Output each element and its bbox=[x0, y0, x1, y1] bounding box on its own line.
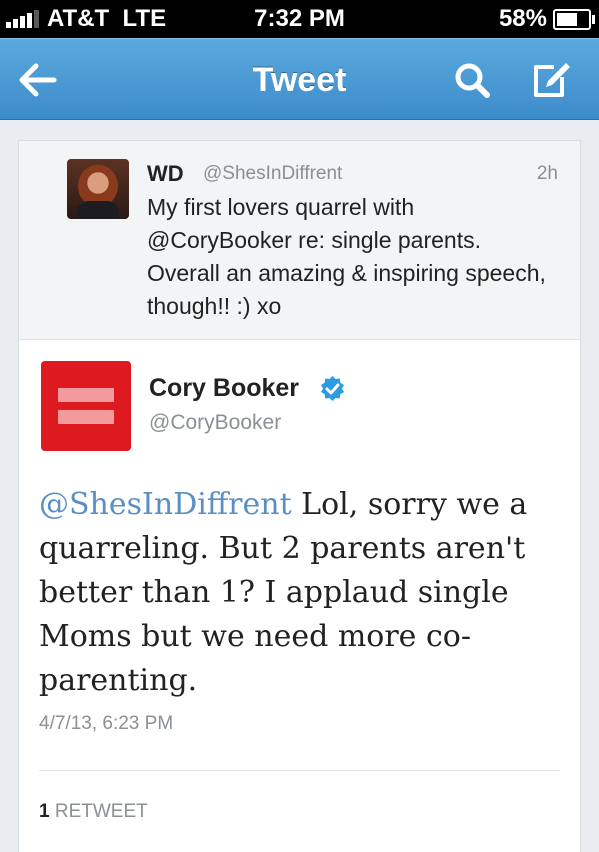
divider bbox=[39, 770, 560, 771]
author-avatar[interactable] bbox=[41, 361, 131, 451]
mention-link[interactable]: @ShesInDiffrent bbox=[39, 487, 292, 522]
tweet-text: @ShesInDiffrent Lol, sorry we a quarreli… bbox=[39, 483, 559, 703]
tweet-timestamp: 4/7/13, 6:23 PM bbox=[39, 713, 174, 734]
compose-icon[interactable] bbox=[526, 57, 574, 103]
author-name[interactable]: Cory Booker bbox=[149, 374, 299, 403]
reply-author-handle: @ShesInDiffrent bbox=[203, 163, 343, 184]
battery-icon bbox=[553, 8, 595, 30]
verified-badge-icon bbox=[319, 375, 346, 402]
status-bar: AT&T LTE 7:32 PM 58% bbox=[0, 0, 599, 38]
retweet-count[interactable]: 1 RETWEET bbox=[39, 801, 148, 823]
reply-author-name: WD bbox=[147, 161, 184, 186]
retweet-number: 1 bbox=[39, 801, 50, 822]
page-title: Tweet bbox=[252, 61, 347, 99]
avatar[interactable] bbox=[67, 159, 129, 219]
navigation-bar: Tweet bbox=[0, 38, 599, 120]
author-handle[interactable]: @CoryBooker bbox=[149, 411, 281, 435]
search-icon[interactable] bbox=[448, 57, 496, 103]
in-reply-to-tweet[interactable]: WD @ShesInDiffrent 2h My first lovers qu… bbox=[19, 141, 580, 340]
reply-tweet-text: My first lovers quarrel with @CoryBooker… bbox=[147, 194, 546, 319]
reply-timestamp: 2h bbox=[536, 163, 558, 184]
retweet-label: RETWEET bbox=[54, 801, 148, 822]
battery-percent: 58% bbox=[498, 5, 547, 32]
tweet-card: WD @ShesInDiffrent 2h My first lovers qu… bbox=[18, 140, 581, 852]
